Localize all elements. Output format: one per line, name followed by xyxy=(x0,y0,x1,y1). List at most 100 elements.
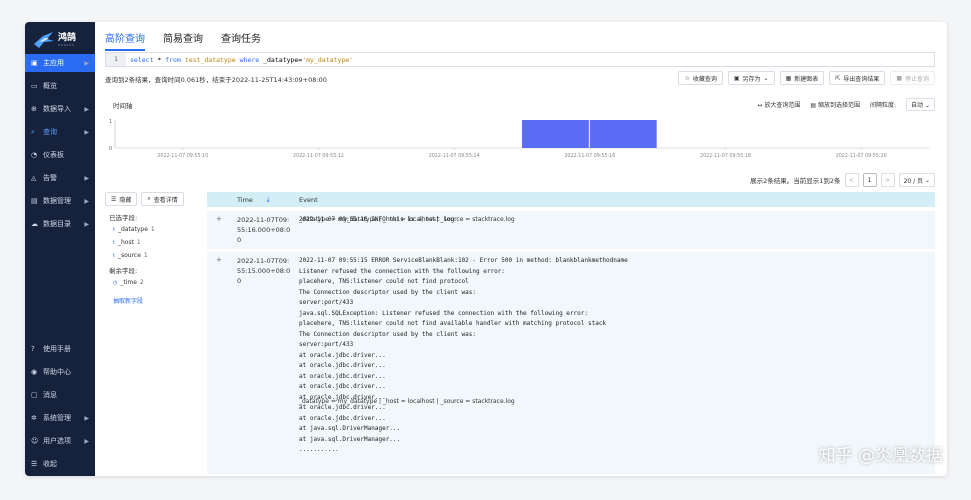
sidebar-item-2[interactable]: ⊕ 数据导入 ▶ xyxy=(25,100,95,118)
search-icon: ⌕ xyxy=(147,195,151,202)
sidebar-item-label: 告警 xyxy=(43,174,57,182)
row-meta: _datatype = my_datatype | _host = localh… xyxy=(299,216,515,223)
field-type-icon: t xyxy=(113,252,115,259)
sidebar-bottom-item-2[interactable]: ▢ 消息 xyxy=(25,386,95,404)
sidebar-item-5[interactable]: ◬ 告警 ▶ xyxy=(25,169,95,187)
help-icon: ◉ xyxy=(31,368,38,376)
details-label: 查看详情 xyxy=(153,196,178,204)
zoom-label: 放大查询范围 xyxy=(764,102,801,109)
logo: 鸿鹄 HONGHU xyxy=(33,28,89,52)
timeline-bar xyxy=(522,120,589,148)
app-window: 鸿鹄 HONGHU ▣ 主应用 ▶ ▭ 概览 ⊕ 数据导入 ▶ ⌕ 查询 ▶ ◔ 仪表板 ◬ 告警 ▶ ▤ 数据管… xyxy=(25,22,947,476)
row-time: 2022-11-07T09:55:15.000+08:00 xyxy=(237,257,291,285)
expand-row-icon[interactable]: + xyxy=(216,256,222,264)
extract-field-link[interactable]: 抽取新字段 xyxy=(113,296,203,305)
field-type-icon: t xyxy=(113,226,115,233)
tab-simple-query[interactable]: 简易查询 xyxy=(163,30,203,51)
sidebar-bottom-item-label: 用户选项 xyxy=(43,437,71,445)
dashboard-icon: ◔ xyxy=(31,151,38,159)
message-icon: ▢ xyxy=(31,391,38,399)
chevron-right-icon: ▶ xyxy=(84,128,89,136)
gear-icon: ✲ xyxy=(31,414,37,422)
sidebar-item-1[interactable]: ▭ 概览 xyxy=(25,77,95,95)
query-table: test_datatype xyxy=(180,55,240,64)
sort-down-icon[interactable]: ↓ xyxy=(265,196,270,204)
x-tick-label: 2022-11-07 09:55:12 xyxy=(293,153,344,159)
next-page-button[interactable]: > xyxy=(880,173,895,187)
manual-icon: ? xyxy=(31,345,35,353)
tab-query-tasks[interactable]: 查询任务 xyxy=(221,30,261,51)
field-item[interactable]: t _source 1 xyxy=(113,252,203,259)
logo-subtext: HONGHU xyxy=(58,42,75,47)
save-as-label: 另存为 xyxy=(742,75,761,83)
sidebar-item-label: 主应用 xyxy=(43,59,64,67)
chevron-right-icon: ▶ xyxy=(84,414,89,422)
hide-fields-button[interactable]: ☰ 隐藏 xyxy=(105,192,138,206)
bird-logo-icon xyxy=(34,32,54,48)
sidebar-item-label: 仪表板 xyxy=(43,151,64,159)
expand-row-icon[interactable]: + xyxy=(216,215,222,223)
import-icon: ⊕ xyxy=(31,105,37,113)
favorite-query-button[interactable]: ☆ 收藏查询 xyxy=(678,71,723,85)
zoom-out-button[interactable]: ↔ 放大查询范围 xyxy=(757,100,800,109)
overview-icon: ▭ xyxy=(31,82,38,90)
granularity-value: 自动 xyxy=(911,102,924,109)
sidebar-item-6[interactable]: ▤ 数据管理 ▶ xyxy=(25,192,95,210)
zoom-selection-button[interactable]: ▤ 缩放到选择范围 xyxy=(810,100,860,109)
granularity-select[interactable]: 自动 ⌄ xyxy=(906,98,935,111)
sidebar-item-label: 数据导入 xyxy=(43,105,71,113)
sidebar-bottom-item-4[interactable]: ☺ 用户选项 ▶ xyxy=(25,432,95,450)
field-item[interactable]: t _host 1 xyxy=(113,239,203,246)
field-type-icon: ◷ xyxy=(113,279,118,286)
x-tick-label: 2022-11-07 09:55:18 xyxy=(700,153,751,159)
column-header-time[interactable]: Time ↓ xyxy=(237,196,271,204)
query-keyword-from: from xyxy=(165,55,181,64)
chevron-right-icon: ▶ xyxy=(84,437,89,445)
query-condition: _datatype= xyxy=(259,55,303,64)
app-icon: ▣ xyxy=(31,59,38,67)
export-label: 导出查询结果 xyxy=(843,75,880,83)
main-content: 高阶查询 简易查询 查询任务 1 select * from test_data… xyxy=(95,22,947,476)
field-item[interactable]: t _datatype 1 xyxy=(113,226,203,233)
prev-page-button[interactable]: < xyxy=(844,173,859,187)
field-item[interactable]: ◷ _time 2 xyxy=(113,279,203,286)
export-icon: ⇱ xyxy=(835,74,841,82)
new-chart-button[interactable]: ▦ 新建图表 xyxy=(779,71,825,85)
query-editor[interactable]: 1 select * from test_datatype where _dat… xyxy=(105,52,935,67)
line-number: 1 xyxy=(106,53,126,66)
column-header-event: Event xyxy=(299,195,318,204)
sidebar-bottom-item-1[interactable]: ◉ 帮助中心 xyxy=(25,363,95,381)
zoom-icon: ▤ xyxy=(810,102,817,109)
sidebar-bottom-item-5[interactable]: ☰ 收起 xyxy=(25,455,95,473)
chevron-right-icon: ▶ xyxy=(84,174,89,182)
query-text: * xyxy=(153,55,166,64)
sidebar-item-3[interactable]: ⌕ 查询 ▶ xyxy=(25,123,95,141)
chevron-right-icon: ▶ xyxy=(84,105,89,113)
x-tick-label: 2022-11-07 09:55:10 xyxy=(157,153,208,159)
sidebar-item-4[interactable]: ◔ 仪表板 xyxy=(25,146,95,164)
sidebar-item-label: 数据目录 xyxy=(43,220,71,228)
field-name: _host xyxy=(117,239,134,246)
chart-icon: ▦ xyxy=(785,74,792,82)
watermark: 知乎 @炎凰数据 xyxy=(818,446,943,466)
table-row[interactable]: +2022-11-07T09:55:16.000+08:00 2022-11-07… xyxy=(207,211,935,249)
sidebar-item-label: 查询 xyxy=(43,128,57,136)
pagination-summary: 展示2条结果。当前显示1到2条 xyxy=(750,177,841,185)
star-icon: ☆ xyxy=(684,74,690,82)
sidebar-item-0[interactable]: ▣ 主应用 ▶ xyxy=(25,54,95,72)
sidebar-item-7[interactable]: ☁ 数据目录 ▶ xyxy=(25,215,95,233)
view-details-button[interactable]: ⌕ 查看详情 xyxy=(141,192,184,206)
sidebar: 鸿鹄 HONGHU ▣ 主应用 ▶ ▭ 概览 ⊕ 数据导入 ▶ ⌕ 查询 ▶ ◔ 仪表板 ◬ 告警 ▶ ▤ 数据管… xyxy=(25,22,95,476)
page-size-select[interactable]: 20 / 页 ⌄ xyxy=(898,173,935,187)
timeline-chart[interactable]: 1 0 2022-11-07 09:55:10 2022-11-07 09:55:12… xyxy=(109,114,935,164)
sidebar-bottom-item-label: 使用手册 xyxy=(43,345,71,353)
stop-query-button[interactable]: ■ 停止查询 xyxy=(890,71,935,85)
sidebar-bottom-item-3[interactable]: ✲ 系统管理 ▶ xyxy=(25,409,95,427)
y-tick-label: 1 xyxy=(109,119,112,125)
save-as-button[interactable]: ▣ 另存为 ⌄ xyxy=(727,71,775,85)
tab-advanced-query[interactable]: 高阶查询 xyxy=(105,30,145,51)
chevron-right-icon: ▶ xyxy=(84,220,89,228)
sidebar-bottom-item-0[interactable]: ? 使用手册 xyxy=(25,340,95,358)
page-1-button[interactable]: 1 xyxy=(862,173,877,187)
export-results-button[interactable]: ⇱ 导出查询结果 xyxy=(829,71,886,85)
